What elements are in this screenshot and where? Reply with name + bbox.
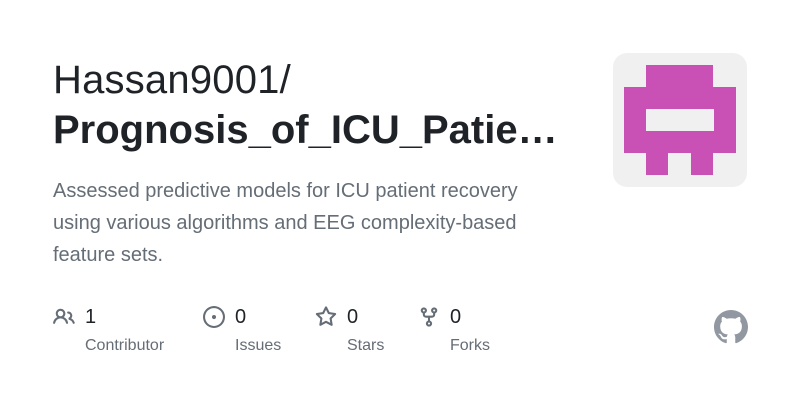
stat-issues[interactable]: 0 Issues	[203, 303, 281, 355]
stat-count: 0	[347, 305, 359, 328]
star-icon	[315, 306, 337, 328]
stat-contributors[interactable]: 1 Contributor	[53, 303, 164, 355]
repo-forked-icon	[418, 306, 440, 328]
repo-social-card: Hassan9001/ Prognosis_of_ICU_Patient_Rec…	[0, 0, 800, 400]
stat-label: Issues	[235, 337, 282, 354]
stat-count: 1	[85, 305, 97, 328]
stat-label: Contributor	[85, 337, 165, 354]
stat-label: Forks	[450, 337, 490, 354]
repo-owner[interactable]: Hassan9001/	[53, 56, 291, 104]
people-icon	[53, 306, 75, 328]
stat-count: 0	[450, 305, 462, 328]
github-logo-icon[interactable]	[714, 310, 748, 344]
owner-avatar[interactable]	[613, 53, 747, 187]
stat-forks[interactable]: 0 Forks	[418, 303, 490, 355]
repo-description: Assessed predictive models for ICU patie…	[53, 180, 518, 266]
repo-name[interactable]: Prognosis_of_ICU_Patient_Recovery	[53, 106, 573, 154]
stat-count: 0	[235, 305, 247, 328]
stat-stars[interactable]: 0 Stars	[315, 303, 384, 355]
identicon-image	[624, 65, 736, 175]
issue-opened-icon	[203, 306, 225, 328]
stat-label: Stars	[347, 337, 385, 354]
